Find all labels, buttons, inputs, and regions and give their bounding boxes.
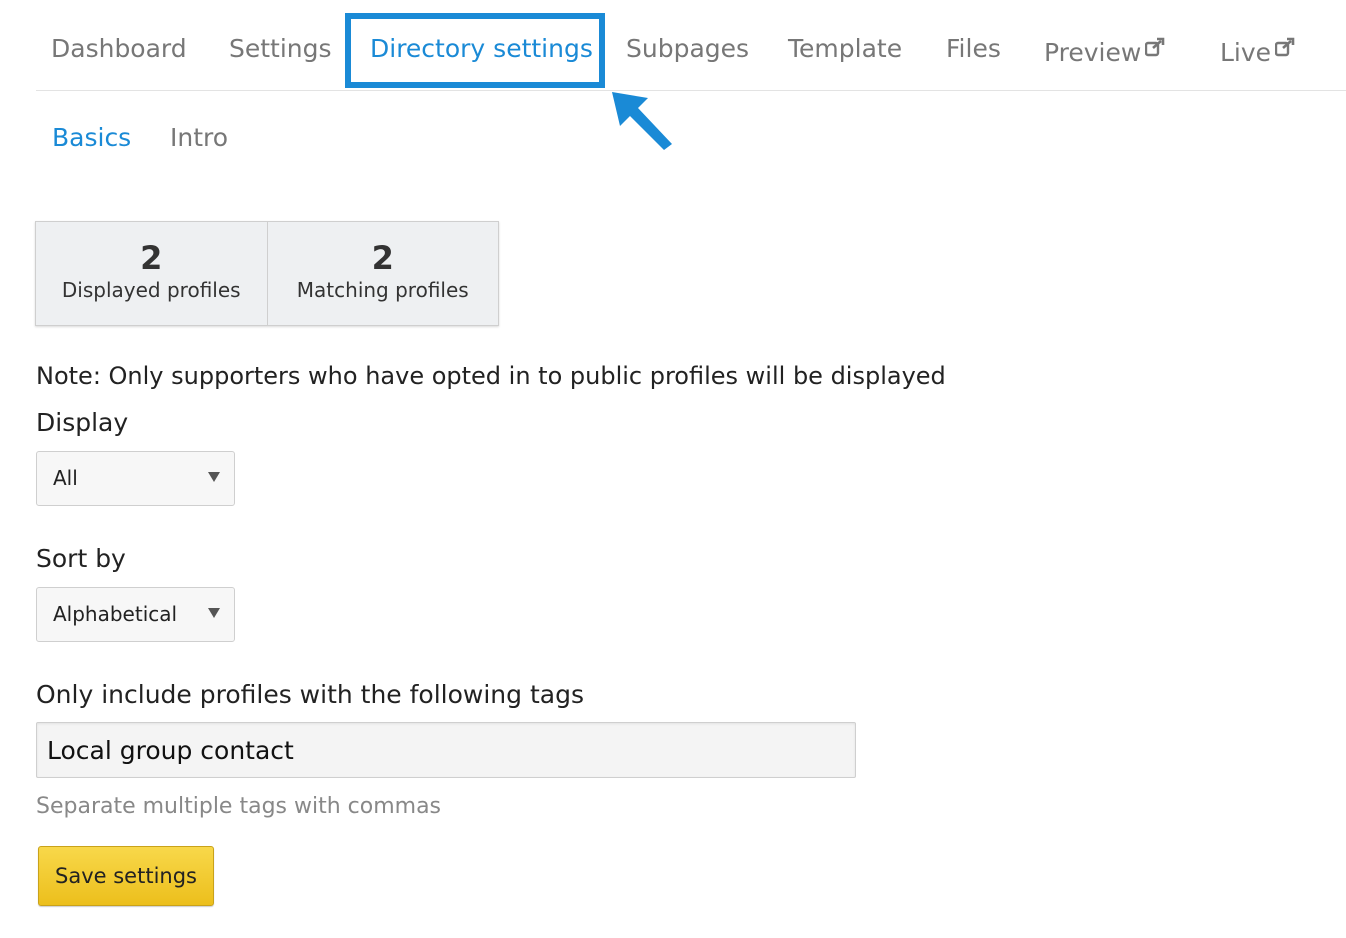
tab-preview-label: Preview (1044, 38, 1142, 67)
external-link-icon (1145, 34, 1167, 63)
profile-stats: 2 Displayed profiles 2 Matching profiles (35, 221, 499, 326)
top-tab-bar: Dashboard Settings Directory settings Su… (36, 12, 1346, 91)
tab-settings[interactable]: Settings (229, 34, 332, 63)
page: Dashboard Settings Directory settings Su… (0, 0, 1346, 938)
stat-displayed-profiles: 2 Displayed profiles (36, 222, 267, 325)
tab-template[interactable]: Template (788, 34, 902, 63)
stat-label: Displayed profiles (61, 278, 241, 302)
display-label: Display (36, 408, 129, 437)
caret-down-icon (208, 472, 220, 482)
tab-subpages[interactable]: Subpages (626, 34, 749, 63)
tab-live[interactable]: Live (1220, 34, 1297, 67)
external-link-icon (1274, 34, 1297, 63)
tags-label: Only include profiles with the following… (36, 680, 584, 709)
stat-label: Matching profiles (296, 278, 469, 302)
subtab-intro[interactable]: Intro (170, 123, 228, 152)
tags-input[interactable] (36, 722, 856, 778)
tab-dashboard[interactable]: Dashboard (51, 34, 187, 63)
caret-down-icon (208, 608, 220, 618)
stat-matching-profiles: 2 Matching profiles (266, 222, 498, 325)
sort-by-select-value: Alphabetical (53, 602, 178, 626)
tab-files[interactable]: Files (946, 34, 1001, 63)
pointer-arrow-icon (608, 88, 678, 158)
display-select[interactable]: All (36, 451, 235, 506)
sort-by-select[interactable]: Alphabetical (36, 587, 235, 642)
display-select-value: All (53, 466, 78, 490)
subtab-basics[interactable]: Basics (52, 123, 131, 152)
save-settings-button[interactable]: Save settings (38, 846, 214, 906)
tab-highlight-box (345, 13, 605, 88)
stat-value: 2 (371, 239, 394, 277)
tags-help-text: Separate multiple tags with commas (36, 794, 442, 819)
stat-value: 2 (140, 239, 163, 277)
tab-live-label: Live (1220, 38, 1272, 67)
opt-in-note: Note: Only supporters who have opted in … (36, 362, 946, 390)
tab-preview[interactable]: Preview (1044, 34, 1167, 67)
sort-by-label: Sort by (36, 544, 126, 573)
